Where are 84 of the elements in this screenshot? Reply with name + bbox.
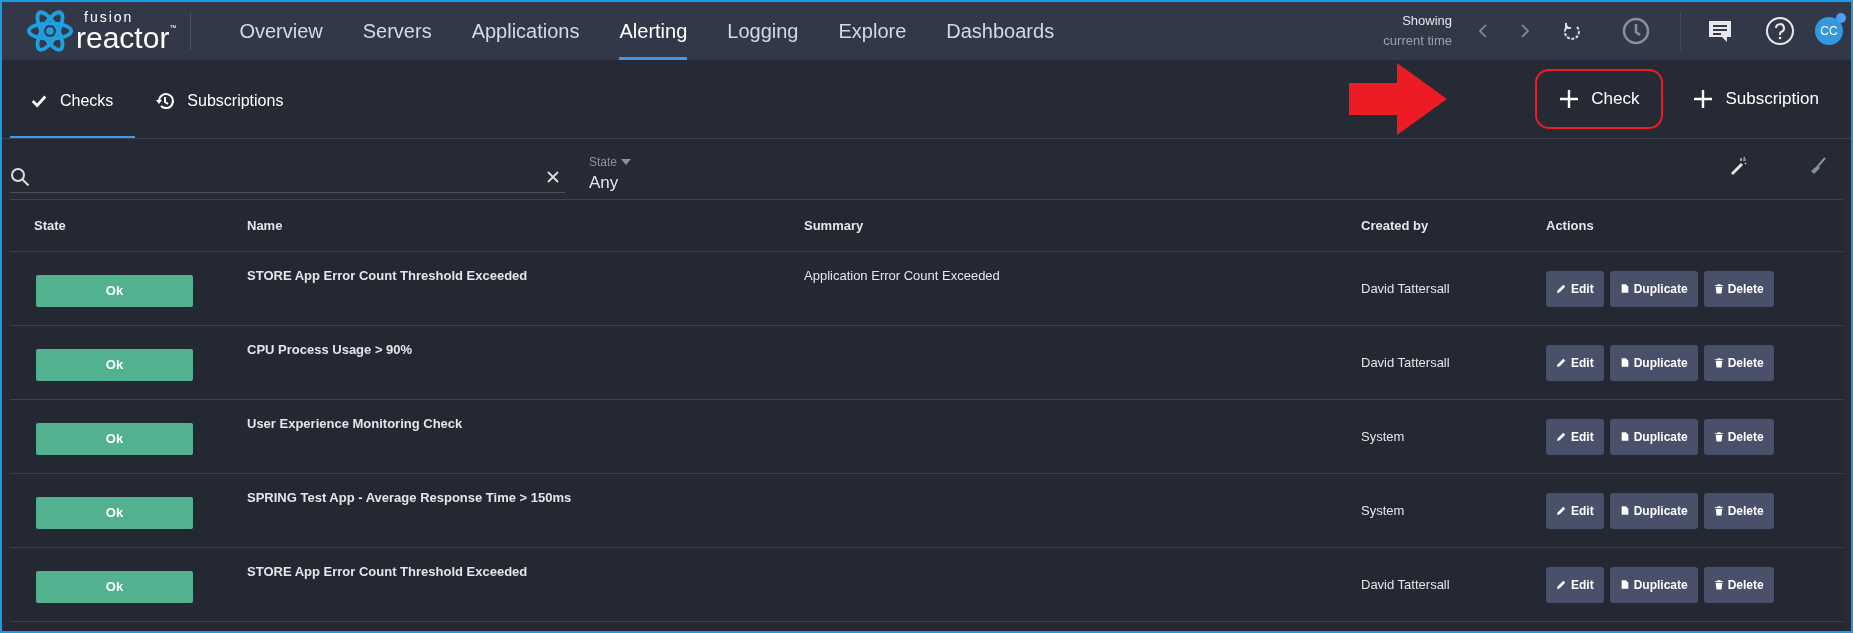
creator-name: System (1361, 503, 1405, 518)
creator-name: David Tattersall (1361, 577, 1450, 592)
status-badge: Ok (36, 496, 193, 529)
action-button[interactable]: Edit (1546, 344, 1604, 381)
dropdown-label: State (589, 155, 618, 169)
action-button[interactable]: Edit (1546, 566, 1604, 603)
creator-name: System (1361, 429, 1405, 444)
column-header: Created by (1360, 217, 1430, 235)
summary-text: Application Error Count Exceeded (804, 268, 1000, 283)
action-button[interactable]: Delete (1703, 418, 1774, 455)
subtab[interactable]: Checks (10, 60, 136, 138)
action-button[interactable]: Duplicate (1609, 418, 1698, 455)
action-button[interactable]: Edit (1546, 270, 1604, 307)
column-header: Name (246, 217, 284, 235)
trash-icon (1713, 579, 1724, 590)
trash-icon (1713, 357, 1724, 368)
plus-icon (1693, 89, 1714, 109)
status-badge: Ok (36, 570, 193, 603)
check-name: STORE App Error Count Threshold Exceeded (247, 564, 528, 579)
check-name: STORE App Error Count Threshold Exceeded (247, 268, 528, 283)
nav-tab[interactable]: Servers (362, 2, 432, 60)
add-button[interactable]: Check (1535, 69, 1664, 129)
dropdown-value: Any (589, 173, 620, 193)
state-dropdown[interactable]: State Any (589, 155, 632, 193)
creator-name: David Tattersall (1361, 281, 1450, 296)
pencil-icon (1556, 357, 1567, 368)
action-button[interactable]: Delete (1703, 492, 1774, 529)
action-button[interactable]: Edit (1546, 418, 1604, 455)
creator-name: David Tattersall (1361, 355, 1450, 370)
logo-text: fusion (83, 10, 135, 24)
help-icon[interactable] (1765, 16, 1795, 46)
trash-icon (1713, 505, 1724, 516)
check-name: User Experience Monitoring Check (247, 416, 463, 431)
pencil-icon (1556, 431, 1567, 442)
action-button[interactable]: Duplicate (1609, 270, 1698, 307)
action-button[interactable]: Duplicate (1609, 566, 1698, 603)
action-button[interactable]: Delete (1703, 566, 1774, 603)
logo-wordmark: reactor (76, 24, 170, 52)
chevron-right-icon[interactable] (1520, 23, 1530, 39)
status-badge: Ok (36, 274, 193, 307)
document-icon (1619, 579, 1630, 590)
check-name: SPRING Test App - Average Response Time > 150ms (247, 490, 572, 505)
nav-tab[interactable]: Overview (239, 2, 323, 60)
nav-tab[interactable]: Explore (838, 2, 907, 60)
trash-icon (1713, 431, 1724, 442)
column-header: State (33, 217, 67, 235)
time-label: Showing (1402, 12, 1452, 30)
clock-icon[interactable] (1622, 17, 1650, 45)
atom-logo-icon (26, 7, 74, 55)
history-icon (155, 91, 176, 111)
column-header: Summary (803, 217, 865, 235)
time-value: current time (1383, 32, 1452, 50)
subtab[interactable]: Subscriptions (135, 60, 306, 138)
pencil-icon (1556, 283, 1567, 294)
plus-icon (1559, 89, 1580, 109)
nav-tab[interactable]: Logging (727, 2, 799, 60)
pencil-icon (1556, 579, 1567, 590)
nav-tab[interactable]: Applications (471, 2, 580, 60)
broom-icon[interactable] (1809, 157, 1827, 175)
magic-wand-icon[interactable] (1729, 157, 1747, 175)
document-icon (1619, 357, 1630, 368)
check-name: CPU Process Usage > 90% (247, 342, 413, 357)
action-button[interactable]: Duplicate (1609, 492, 1698, 529)
pencil-icon (1556, 505, 1567, 516)
document-icon (1619, 283, 1630, 294)
action-button[interactable]: Edit (1546, 492, 1604, 529)
caret-icon (621, 159, 632, 165)
action-button[interactable]: Delete (1703, 344, 1774, 381)
column-header: Actions (1545, 217, 1595, 235)
add-button[interactable]: Subscription (1669, 69, 1843, 129)
close-icon[interactable] (547, 170, 559, 183)
nav-tab[interactable]: Alerting (619, 2, 688, 60)
search-icon (10, 166, 30, 187)
action-button[interactable]: Duplicate (1609, 344, 1698, 381)
nav-tab[interactable]: Dashboards (946, 2, 1055, 60)
trash-icon (1713, 283, 1724, 294)
status-badge: Ok (36, 348, 193, 381)
document-icon (1619, 431, 1630, 442)
document-icon (1619, 505, 1630, 516)
chat-icon[interactable] (1707, 18, 1733, 44)
action-button[interactable]: Delete (1703, 270, 1774, 307)
chevron-left-icon[interactable] (1478, 23, 1488, 39)
status-badge: Ok (36, 422, 193, 455)
refresh-icon[interactable] (1562, 21, 1582, 41)
